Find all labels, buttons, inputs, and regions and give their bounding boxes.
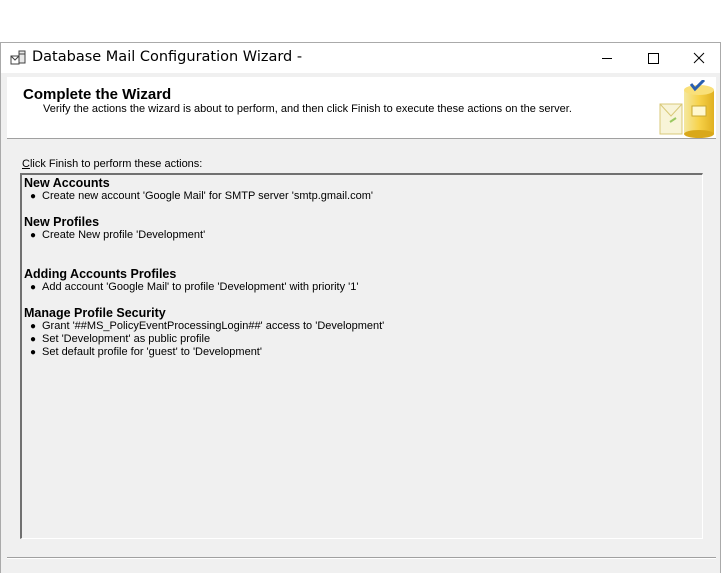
group-adding-accounts-profiles: Adding Accounts Profiles ● Add account 'G… xyxy=(24,268,702,294)
page-subtitle: Verify the actions the wizard is about t… xyxy=(43,103,572,115)
maximize-button[interactable] xyxy=(630,43,676,73)
action-item: ● Create new account 'Google Mail' for SM… xyxy=(24,190,702,203)
close-button[interactable] xyxy=(676,43,722,73)
action-item-text: Create new account 'Google Mail' for SMT… xyxy=(42,190,373,202)
close-icon xyxy=(693,52,705,64)
page-title: Complete the Wizard xyxy=(23,86,172,103)
actions-list[interactable]: New Accounts ● Create new account 'Google… xyxy=(20,173,703,539)
actions-label-accel: C xyxy=(22,158,30,170)
group-heading: Manage Profile Security xyxy=(24,306,166,320)
minimize-button[interactable] xyxy=(584,43,630,73)
group-manage-profile-security: Manage Profile Security ● Grant '##MS_Pol… xyxy=(24,307,702,359)
maximize-icon xyxy=(647,52,659,64)
actions-label: Click Finish to perform these actions: xyxy=(22,158,202,170)
action-item: ● Set 'Development' as public profile xyxy=(24,333,702,346)
action-item: ● Create New profile 'Development' xyxy=(24,229,702,242)
footer-divider xyxy=(7,557,716,559)
action-item-text: Set 'Development' as public profile xyxy=(42,333,211,345)
action-item-text: Add account 'Google Mail' to profile 'De… xyxy=(42,281,359,293)
action-item: ● Set default profile for 'guest' to 'Dev… xyxy=(24,346,702,359)
action-item-text: Create New profile 'Development' xyxy=(42,229,206,241)
bullet-icon: ● xyxy=(30,334,37,345)
wizard-window: Database Mail Configuration Wizard - Com… xyxy=(0,42,721,573)
bullet-icon: ● xyxy=(30,230,37,241)
minimize-icon xyxy=(602,57,612,59)
window-title: Database Mail Configuration Wizard - xyxy=(32,49,303,65)
wizard-header: Complete the Wizard Verify the actions t… xyxy=(7,77,716,139)
group-heading: New Accounts xyxy=(24,176,110,190)
group-new-accounts: New Accounts ● Create new account 'Google… xyxy=(24,177,702,203)
group-heading: New Profiles xyxy=(24,215,100,229)
bullet-icon: ● xyxy=(30,347,37,358)
action-item-text: Grant '##MS_PolicyEventProcessingLogin##… xyxy=(42,320,385,332)
title-bar[interactable]: Database Mail Configuration Wizard - xyxy=(1,43,720,73)
group-heading: Adding Accounts Profiles xyxy=(24,267,177,281)
action-item-text: Set default profile for 'guest' to 'Deve… xyxy=(42,346,262,358)
group-new-profiles: New Profiles ● Create New profile 'Develo… xyxy=(24,216,702,242)
bullet-icon: ● xyxy=(30,321,37,332)
action-item: ● Add account 'Google Mail' to profile 'D… xyxy=(24,281,702,294)
actions-label-text: lick Finish to perform these actions: xyxy=(29,158,203,170)
wizard-checkmark-graphic xyxy=(659,80,714,138)
database-mail-icon xyxy=(10,50,26,65)
bullet-icon: ● xyxy=(30,191,37,202)
action-item: ● Grant '##MS_PolicyEventProcessingLogin#… xyxy=(24,320,702,333)
bullet-icon: ● xyxy=(30,282,37,293)
